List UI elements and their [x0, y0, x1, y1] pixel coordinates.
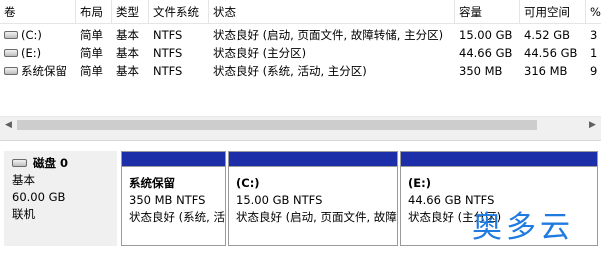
- partition-status: 状态良好 (系统, 活: [129, 210, 225, 224]
- volume-capacity-cell: 350 MB: [459, 64, 503, 78]
- volume-percent-cell: 1: [590, 46, 598, 60]
- partition-bar: [401, 152, 597, 167]
- partition-system-reserved[interactable]: 系统保留 350 MB NTFS 状态良好 (系统, 活: [121, 151, 226, 246]
- volume-fs-cell: NTFS: [153, 64, 183, 78]
- volume-name-cell: (E:): [0, 44, 76, 62]
- disk-size: 60.00 GB: [12, 190, 66, 204]
- drive-icon: [4, 48, 18, 57]
- volume-fs-cell: NTFS: [153, 28, 183, 42]
- column-header-percent-free[interactable]: %: [586, 0, 601, 24]
- volume-capacity-cell: 15.00 GB: [459, 28, 513, 42]
- disk-info-panel[interactable]: 磁盘 0 基本 60.00 GB 联机: [4, 151, 117, 246]
- column-header-free-space[interactable]: 可用空间: [520, 0, 586, 24]
- volume-layout-cell: 简单: [80, 28, 103, 42]
- column-header-layout[interactable]: 布局: [76, 0, 112, 24]
- partition-status: 状态良好 (启动, 页面文件, 故障: [236, 210, 397, 224]
- volume-name-cell: 系统保留: [0, 62, 76, 80]
- volume-free-cell: 4.52 GB: [524, 28, 571, 42]
- volume-status-cell: 状态良好 (系统, 活动, 主分区): [213, 64, 367, 78]
- volume-type-cell: 基本: [116, 46, 139, 60]
- volume-free-cell: 316 MB: [524, 64, 568, 78]
- partition-size-fs: 15.00 GB NTFS: [236, 193, 323, 207]
- volume-row-e[interactable]: (E:) 简单 基本 NTFS 状态良好 (主分区) 44.66 GB 44.5…: [0, 44, 601, 62]
- partition-name: 系统保留: [129, 176, 175, 190]
- drive-icon: [4, 30, 18, 39]
- column-header-filesystem[interactable]: 文件系统: [149, 0, 209, 24]
- partition-size-fs: 350 MB NTFS: [129, 193, 206, 207]
- volume-row-system-reserved[interactable]: 系统保留 简单 基本 NTFS 状态良好 (系统, 活动, 主分区) 350 M…: [0, 62, 601, 80]
- volume-type-cell: 基本: [116, 64, 139, 78]
- partition-name: (E:): [408, 176, 431, 190]
- partition-bar: [122, 152, 225, 167]
- volume-percent-cell: 9: [590, 64, 598, 78]
- arrow-left-icon[interactable]: ◀: [0, 117, 17, 133]
- watermark-logo: 奥多云: [472, 210, 574, 245]
- column-header-status[interactable]: 状态: [209, 0, 455, 24]
- partition-size-fs: 44.66 GB NTFS: [408, 193, 495, 207]
- volume-list[interactable]: 卷 布局 类型 文件系统 状态 容量 可用空间 % (C:) 简单 基本 NTF…: [0, 0, 601, 116]
- volume-status-cell: 状态良好 (主分区): [213, 46, 307, 60]
- horizontal-scrollbar[interactable]: ◀ ▶: [0, 116, 601, 133]
- volume-free-cell: 44.56 GB: [524, 46, 578, 60]
- partition-bar: [229, 152, 397, 167]
- volume-capacity-cell: 44.66 GB: [459, 46, 513, 60]
- disk-title: 磁盘 0: [33, 156, 69, 170]
- pane-splitter[interactable]: [0, 133, 601, 141]
- volume-type-cell: 基本: [116, 28, 139, 42]
- arrow-right-icon[interactable]: ▶: [584, 117, 601, 133]
- column-header-volume[interactable]: 卷: [0, 0, 76, 24]
- partition-name: (C:): [236, 176, 260, 190]
- disk-type: 基本: [12, 173, 35, 187]
- volume-row-c[interactable]: (C:) 简单 基本 NTFS 状态良好 (启动, 页面文件, 故障转储, 主分…: [0, 26, 601, 44]
- disk-icon: [12, 158, 27, 167]
- volume-layout-cell: 简单: [80, 64, 103, 78]
- column-header-type[interactable]: 类型: [112, 0, 149, 24]
- volume-percent-cell: 3: [590, 28, 598, 42]
- drive-icon: [4, 66, 18, 75]
- volume-fs-cell: NTFS: [153, 46, 183, 60]
- scrollbar-thumb[interactable]: [17, 120, 537, 130]
- partition-c[interactable]: (C:) 15.00 GB NTFS 状态良好 (启动, 页面文件, 故障: [228, 151, 398, 246]
- volume-name-cell: (C:): [0, 26, 76, 44]
- volume-list-header: 卷 布局 类型 文件系统 状态 容量 可用空间 %: [0, 0, 601, 24]
- column-header-capacity[interactable]: 容量: [455, 0, 520, 24]
- volume-status-cell: 状态良好 (启动, 页面文件, 故障转储, 主分区): [213, 28, 444, 42]
- disk-state: 联机: [12, 207, 35, 221]
- volume-layout-cell: 简单: [80, 46, 103, 60]
